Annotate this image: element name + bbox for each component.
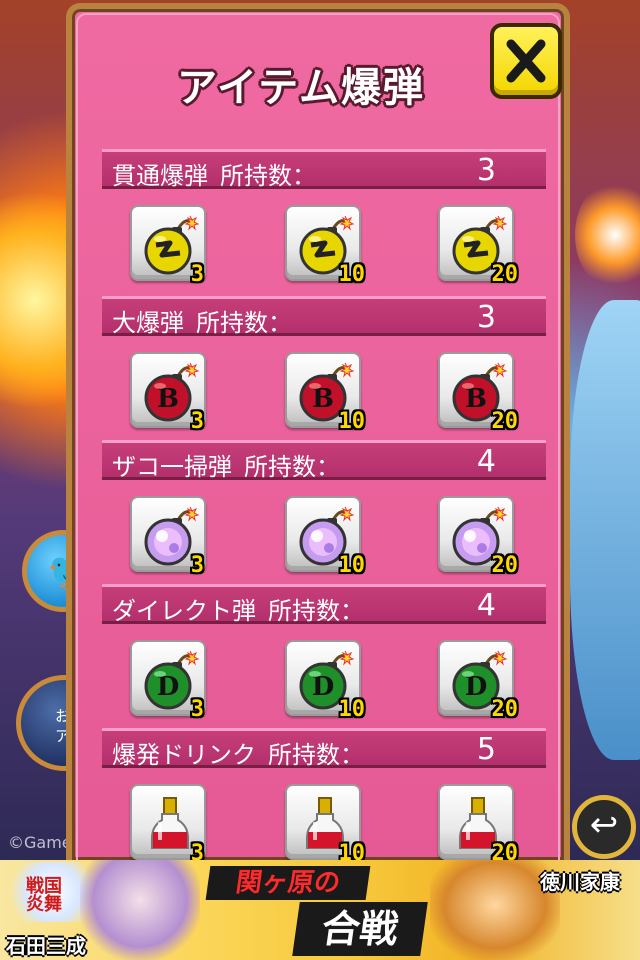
owned-count-label: 所持数： <box>196 309 292 337</box>
purchase-item-button[interactable]: 20 <box>438 496 518 578</box>
character-silhouette <box>570 300 640 760</box>
purchase-quantity-label: 3 <box>190 409 204 434</box>
left-character-name: 石田三成 <box>6 934 86 958</box>
purchase-item-button[interactable]: 3 <box>130 205 206 287</box>
purchase-quantity-label: 10 <box>338 409 366 434</box>
item-name: 爆発ドリンク <box>112 741 256 769</box>
section-header: ダイレクト弾 所持数： 4 <box>102 584 546 626</box>
purchase-item-button[interactable]: 3 <box>130 784 206 866</box>
purchase-item-button[interactable]: 3 <box>130 496 206 578</box>
owned-count-value: 4 <box>476 444 496 479</box>
purchase-item-button[interactable]: 10 <box>285 205 365 287</box>
game-logo-text: 戦国 炎舞 <box>26 876 62 915</box>
purchase-quantity-label: 20 <box>491 262 519 287</box>
copyright-text: ©Game <box>8 833 72 852</box>
purchase-item-button[interactable]: D 20 <box>438 640 518 722</box>
purchase-quantity-label: 20 <box>491 553 519 578</box>
owned-count-value: 4 <box>476 588 496 623</box>
purchase-quantity-label: 3 <box>190 697 204 722</box>
item-name: 大爆弾 <box>112 309 184 337</box>
section-title: 貫通爆弾 所持数： <box>112 156 316 191</box>
section-title: 大爆弾 所持数： <box>112 303 292 338</box>
purchase-item-button[interactable]: D 10 <box>285 640 365 722</box>
item-name: ザコ一掃弾 <box>112 453 232 481</box>
owned-count-label: 所持数： <box>268 597 364 625</box>
section-title: ダイレクト弾 所持数： <box>112 591 364 626</box>
owned-count-value: 3 <box>476 300 496 335</box>
item-bomb-dialog: アイテム爆弾 貫通爆弾 所持数： 3 3 10 20 大爆弾 所持数： 3 B … <box>66 3 570 866</box>
purchase-quantity-label: 10 <box>338 553 366 578</box>
purchase-quantity-label: 10 <box>338 697 366 722</box>
section-header: 大爆弾 所持数： 3 <box>102 296 546 338</box>
section-header: 貫通爆弾 所持数： 3 <box>102 149 546 191</box>
purchase-item-button[interactable]: B 3 <box>130 352 206 434</box>
purchase-item-button[interactable]: B 10 <box>285 352 365 434</box>
close-icon <box>506 39 546 83</box>
next-arrow-button[interactable]: ↩ <box>572 795 636 859</box>
close-button[interactable] <box>490 23 562 99</box>
section-title: ザコ一掃弾 所持数： <box>112 447 340 482</box>
left-character-portrait <box>80 860 200 960</box>
starburst-effect <box>575 180 640 290</box>
ad-title-line-2: 合戦 <box>292 902 428 956</box>
purchase-quantity-label: 20 <box>491 409 519 434</box>
right-character-name: 徳川家康 <box>540 870 620 894</box>
owned-count-label: 所持数： <box>244 453 340 481</box>
purchase-item-button[interactable]: 20 <box>438 205 518 287</box>
item-name: ダイレクト弾 <box>112 597 256 625</box>
purchase-item-button[interactable]: 10 <box>285 496 365 578</box>
ad-banner[interactable]: 戦国 炎舞 関ヶ原の 合戦 石田三成 徳川家康 <box>0 860 640 960</box>
item-name: 貫通爆弾 <box>112 162 208 190</box>
purchase-quantity-label: 3 <box>190 262 204 287</box>
purchase-item-button[interactable]: 20 <box>438 784 518 866</box>
purchase-quantity-label: 3 <box>190 553 204 578</box>
purchase-quantity-label: 20 <box>491 697 519 722</box>
purchase-item-button[interactable]: B 20 <box>438 352 518 434</box>
purchase-item-button[interactable]: D 3 <box>130 640 206 722</box>
owned-count-value: 5 <box>476 732 496 767</box>
purchase-item-button[interactable]: 10 <box>285 784 365 866</box>
owned-count-label: 所持数： <box>268 741 364 769</box>
arrow-return-icon: ↩ <box>589 805 619 845</box>
section-header: ザコ一掃弾 所持数： 4 <box>102 440 546 482</box>
owned-count-value: 3 <box>476 153 496 188</box>
ad-title-line-1: 関ヶ原の <box>205 866 371 900</box>
owned-count-label: 所持数： <box>220 162 316 190</box>
dialog-title: アイテム爆弾 <box>177 65 425 111</box>
section-title: 爆発ドリンク 所持数： <box>112 735 364 770</box>
purchase-quantity-label: 10 <box>338 262 366 287</box>
section-header: 爆発ドリンク 所持数： 5 <box>102 728 546 770</box>
